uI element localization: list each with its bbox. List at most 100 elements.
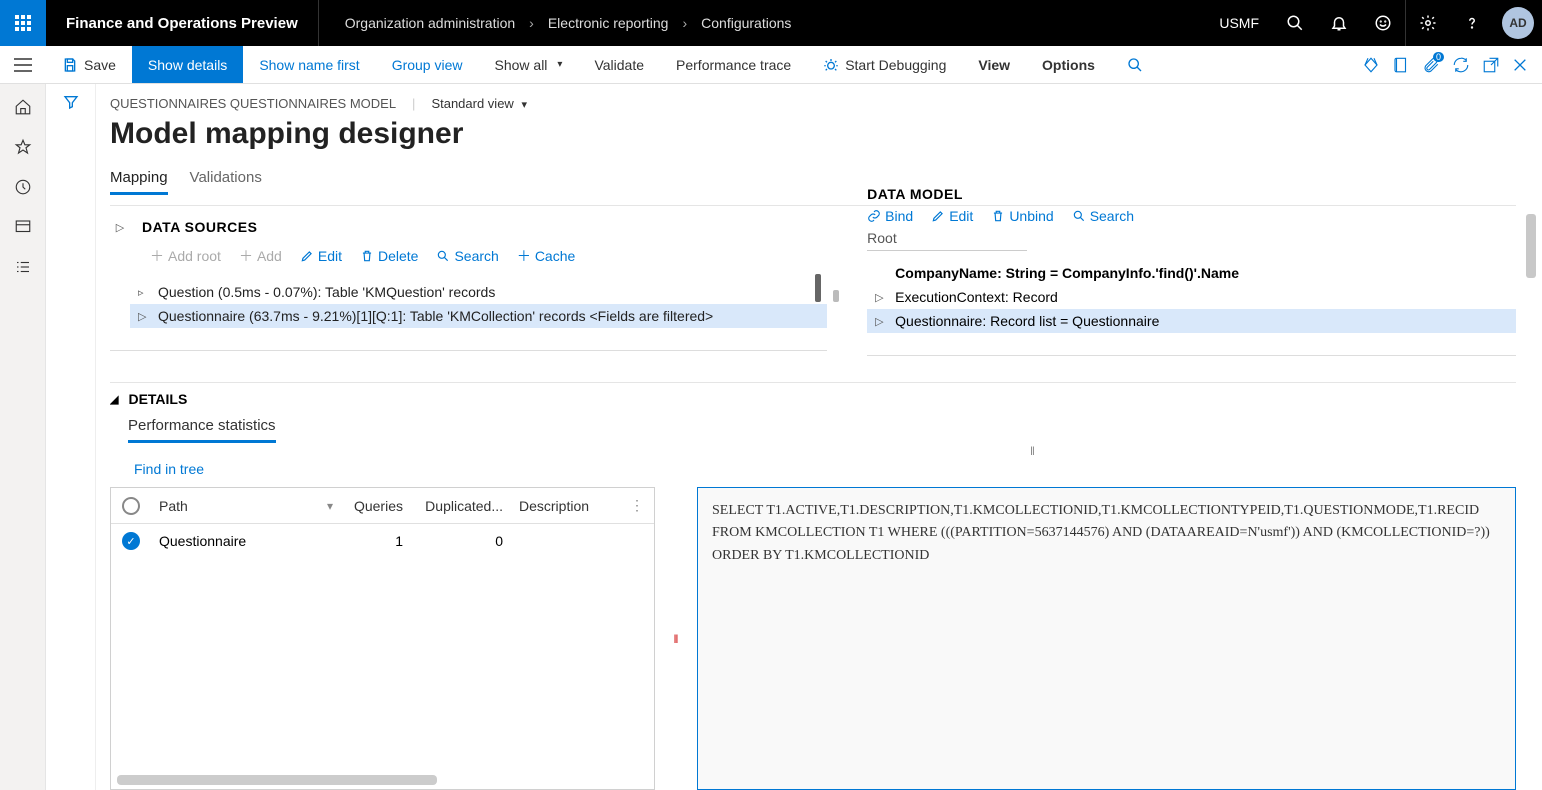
cell-queries: 1 [341,533,411,549]
edit-button[interactable]: Edit [931,208,973,224]
show-details-button[interactable]: Show details [132,46,243,83]
tree-node[interactable]: ▷ ExecutionContext: Record [867,285,1516,309]
nav-toggle-button[interactable] [0,46,46,83]
avatar[interactable]: AD [1502,7,1534,39]
tab-mapping[interactable]: Mapping [110,169,168,195]
filter-icon[interactable] [63,94,79,790]
view-menu[interactable]: View [962,46,1026,83]
chevron-down-icon: ▾ [521,99,527,111]
diamond-icon[interactable] [1362,56,1380,74]
page-title: Model mapping designer [110,117,1516,151]
column-header-path[interactable]: Path ▾ [151,498,341,514]
more-icon[interactable]: ⋮ [630,497,654,514]
toolbar-search-button[interactable] [1111,46,1159,83]
refresh-icon[interactable] [1452,56,1470,74]
attach-icon[interactable]: 0 [1422,56,1440,74]
header-right: USMF AD [1205,0,1542,46]
filter-icon[interactable]: ▾ [327,499,333,513]
tree-node[interactable]: CompanyName: String = CompanyInfo.'find(… [867,261,1516,285]
breadcrumb-item[interactable]: Organization administration [345,15,515,31]
performance-trace-button[interactable]: Performance trace [660,46,807,83]
details-header[interactable]: ◢ DETAILS [110,391,1516,407]
root-label: Root [867,230,1027,251]
waffle-icon [15,15,31,31]
tree-node-selected[interactable]: ▷ Questionnaire: Record list = Questionn… [867,309,1516,333]
scrollbar[interactable] [1526,214,1536,278]
modules-icon[interactable] [14,258,32,276]
collapse-caret-icon[interactable]: ▷ [110,214,130,240]
chevron-right-icon: › [529,15,534,31]
group-view-button[interactable]: Group view [376,46,479,83]
app-launcher-button[interactable] [0,0,46,46]
horizontal-scrollbar[interactable] [117,775,437,785]
data-sources-tree: ▹ Question (0.5ms - 0.07%): Table 'KMQue… [130,280,827,328]
validate-button[interactable]: Validate [578,46,660,83]
close-icon[interactable] [1512,57,1528,73]
divider: | [412,96,415,111]
toolbar-right-actions: 0 [1362,46,1542,83]
breadcrumb-item[interactable]: Electronic reporting [548,15,669,31]
show-all-label: Show all [495,57,548,73]
edit-button[interactable]: Edit [300,248,342,264]
recent-icon[interactable] [14,178,32,196]
column-header-description[interactable]: Description [511,498,630,514]
grid-row[interactable]: ✓ Questionnaire 1 0 [111,524,654,558]
grid-header: Path ▾ Queries Duplicated... Description… [111,488,654,524]
bind-button[interactable]: Bind [867,208,913,224]
save-label: Save [84,57,116,73]
tab-validations[interactable]: Validations [190,169,262,195]
expander-icon[interactable]: ▹ [138,286,150,299]
mini-chart [815,274,839,302]
tree-node-selected[interactable]: ▷ Questionnaire (63.7ms - 9.21%)[1][Q:1]… [130,304,827,328]
search-icon[interactable] [1273,0,1317,46]
select-all-checkbox[interactable] [122,497,140,515]
page-content: QUESTIONNAIRES QUESTIONNAIRES MODEL | St… [96,84,1542,790]
search-button[interactable]: Search [1072,208,1134,224]
details-title: DETAILS [128,391,187,407]
home-icon[interactable] [14,98,32,116]
company-picker[interactable]: USMF [1205,15,1273,31]
unbind-button[interactable]: Unbind [991,208,1053,224]
expander-icon[interactable]: ▷ [138,310,150,323]
action-toolbar: Save Show details Show name first Group … [0,46,1542,84]
workspace-icon[interactable] [14,218,32,236]
delete-button[interactable]: Delete [360,248,418,264]
cell-path: Questionnaire [151,533,341,549]
column-header-duplicated[interactable]: Duplicated... [411,498,511,514]
add-root-button[interactable]: ＋Add root [150,246,221,266]
gear-icon[interactable] [1406,0,1450,46]
data-model-tree: CompanyName: String = CompanyInfo.'find(… [867,261,1516,333]
tree-node[interactable]: ▹ Question (0.5ms - 0.07%): Table 'KMQue… [130,280,827,304]
star-icon[interactable] [14,138,32,156]
smiley-icon[interactable] [1361,0,1405,46]
designer-panels: ▷ DATA SOURCES ＋Add root ＋Add Edit Delet… [110,205,1516,356]
sql-preview[interactable]: SELECT T1.ACTIVE,T1.DESCRIPTION,T1.KMCOL… [697,487,1516,790]
data-model-toolbar: Bind Edit Unbind Search [867,208,1516,224]
vertical-splitter[interactable]: ‖ [1030,444,1035,458]
show-all-dropdown[interactable]: Show all ▾ [479,46,579,83]
search-button[interactable]: Search [436,248,498,264]
start-debugging-label: Start Debugging [845,57,946,73]
expander-icon[interactable]: ▷ [875,291,887,304]
data-sources-toolbar: ＋Add root ＋Add Edit Delete Search ＋Cach [150,246,827,266]
find-in-tree-link[interactable]: Find in tree [134,461,1516,477]
view-selector[interactable]: Standard view ▾ [431,96,527,111]
bell-icon[interactable] [1317,0,1361,46]
expander-icon[interactable]: ▷ [875,315,887,328]
save-button[interactable]: Save [46,46,132,83]
cache-button[interactable]: ＋Cache [517,246,575,266]
options-menu[interactable]: Options [1026,46,1111,83]
row-selected-icon[interactable]: ✓ [122,532,140,550]
start-debugging-button[interactable]: Start Debugging [807,46,962,83]
horizontal-splitter[interactable]: ‖ [673,487,679,790]
help-icon[interactable] [1450,0,1494,46]
tab-performance-statistics[interactable]: Performance statistics [128,417,276,443]
add-button[interactable]: ＋Add [239,246,282,266]
breadcrumb-item[interactable]: Configurations [701,15,791,31]
book-icon[interactable] [1392,56,1410,74]
column-header-queries[interactable]: Queries [341,498,411,514]
breadcrumb: Organization administration › Electronic… [319,15,792,31]
save-icon [62,57,78,73]
show-name-first-button[interactable]: Show name first [243,46,375,83]
popout-icon[interactable] [1482,56,1500,74]
